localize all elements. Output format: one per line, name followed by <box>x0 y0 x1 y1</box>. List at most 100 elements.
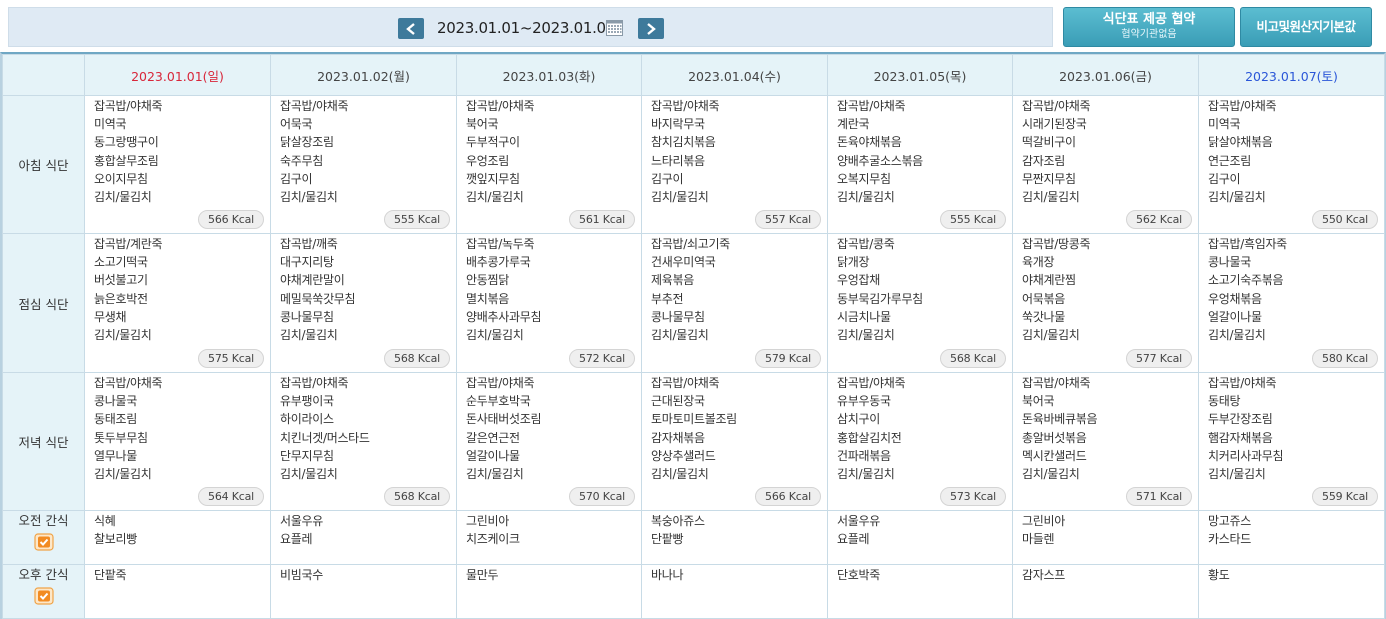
menu-item: 잡곡밥/콩죽 <box>837 237 895 251</box>
snack-cell[interactable]: 서울우유 요플레 <box>827 510 1013 565</box>
menu-item: 참치김치볶음 <box>651 135 716 150</box>
snack-item: 복숭아쥬스 <box>651 514 705 528</box>
menu-item: 잡곡밥/흑임자죽 <box>1208 237 1287 251</box>
menu-item: 돈육바베큐볶음 <box>1022 412 1098 427</box>
snack-cell[interactable]: 식혜 찰보리빵 <box>84 510 271 565</box>
snack-item: 치즈케이크 <box>466 532 520 547</box>
menu-cell[interactable]: 잡곡밥/계란죽 소고기떡국 버섯불고기 늙은호박전 무생채 김치/물김치 575 Kcal <box>84 233 271 373</box>
menu-cell[interactable]: 잡곡밥/야채죽 시래기된장국 떡갈비구이 감자조림 무짠지무침 김치/물김치 562 Kca… <box>1012 95 1199 234</box>
menu-cell[interactable]: 잡곡밥/야채죽 유부팽이국 하이라이스 치킨너겟/머스타드 단무지무침 김치/물김치 568… <box>270 372 457 511</box>
menu-item: 톳두부무침 <box>94 430 148 445</box>
menu-item: 김치/물김치 <box>1022 467 1080 482</box>
menu-item: 잡곡밥/야채죽 <box>94 376 163 390</box>
checkbox-checked-icon[interactable] <box>33 587 54 605</box>
day-header[interactable]: 2023.01.05(목) <box>827 54 1013 96</box>
snack-cell[interactable]: 그린비아 마들렌 <box>1012 510 1199 565</box>
menu-item: 근대된장국 <box>651 394 705 409</box>
day-header[interactable]: 2023.01.04(수) <box>641 54 828 96</box>
menu-item: 동태탕 <box>1208 394 1241 409</box>
menu-cell[interactable]: 잡곡밥/깨죽 대구지리탕 야채계란말이 메밀묵쑥갓무침 콩나물무침 김치/물김치 568 K… <box>270 233 457 373</box>
day-header[interactable]: 2023.01.01(일) <box>84 54 271 96</box>
menu-item: 치킨너겟/머스타드 <box>280 430 370 445</box>
menu-cell[interactable]: 잡곡밥/야채죽 동태탕 두부간장조림 햄감자채볶음 치커리사과무침 김치/물김치 559 K… <box>1198 372 1385 511</box>
menu-cell[interactable]: 잡곡밥/야채죽 유부우동국 삼치구이 홍합살김치전 건파래볶음 김치/물김치 573 Kca… <box>827 372 1013 511</box>
menu-item: 잡곡밥/야채죽 <box>1208 376 1277 390</box>
menu-cell[interactable]: 잡곡밥/녹두죽 배추콩가루국 안동찜닭 멸치볶음 양배추사과무침 김치/물김치 572 Kc… <box>456 233 642 373</box>
day-header[interactable]: 2023.01.07(토) <box>1198 54 1385 96</box>
menu-item: 우엉잡채 <box>837 273 880 288</box>
menu-item: 양상추샐러드 <box>651 448 716 463</box>
menu-item: 늙은호박전 <box>94 291 148 306</box>
menu-item: 잡곡밥/야채죽 <box>1022 99 1091 113</box>
previous-week-button[interactable] <box>398 18 424 39</box>
day-header[interactable]: 2023.01.03(화) <box>456 54 642 96</box>
snack-cell[interactable]: 바나나 <box>641 564 828 619</box>
menu-item: 대구지리탕 <box>280 255 334 270</box>
menu-item: 순두부호박국 <box>466 394 531 409</box>
menu-cell[interactable]: 잡곡밥/쇠고기죽 건새우미역국 제육볶음 부추전 콩나물무침 김치/물김치 579 Kcal <box>641 233 828 373</box>
menu-item: 토마토미트볼조림 <box>651 412 737 427</box>
menu-item: 오이지무침 <box>94 171 148 186</box>
snack-label: 오후 간식 <box>18 567 69 582</box>
snack-cell[interactable]: 서울우유 요플레 <box>270 510 457 565</box>
menu-item: 김치/물김치 <box>466 467 524 482</box>
menu-item: 두부간장조림 <box>1208 412 1273 427</box>
menu-cell[interactable]: 잡곡밥/야채죽 바지락무국 참치김치볶음 느타리볶음 김구이 김치/물김치 557 Kcal <box>641 95 828 234</box>
kcal-badge: 579 Kcal <box>755 349 821 368</box>
menu-cell[interactable]: 잡곡밥/야채죽 근대된장국 토마토미트볼조림 감자채볶음 양상추샐러드 김치/물김치 566… <box>641 372 828 511</box>
menu-item: 바지락무국 <box>651 117 705 132</box>
menu-cell[interactable]: 잡곡밥/야채죽 미역국 닭살야채볶음 연근조림 김구이 김치/물김치 550 Kcal <box>1198 95 1385 234</box>
checkbox-checked-icon[interactable] <box>33 533 54 551</box>
snack-item: 마들렌 <box>1022 532 1055 547</box>
menu-item: 배추콩가루국 <box>466 255 531 270</box>
menu-item: 시금치나물 <box>837 309 891 324</box>
menu-item: 동부묵김가루무침 <box>837 291 923 306</box>
menu-cell[interactable]: 잡곡밥/흑임자죽 콩나물국 소고기숙주볶음 우엉채볶음 얼갈이나물 김치/물김치 580 K… <box>1198 233 1385 373</box>
calendar-icon[interactable] <box>606 19 623 36</box>
snack-cell[interactable]: 복숭아쥬스 단팥빵 <box>641 510 828 565</box>
menu-item: 북어국 <box>466 117 499 132</box>
snack-cell[interactable]: 물만두 <box>456 564 642 619</box>
menu-cell[interactable]: 잡곡밥/콩죽 닭개장 우엉잡채 동부묵김가루무침 시금치나물 김치/물김치 568 Kcal <box>827 233 1013 373</box>
meal-label: 저녁 식단 <box>2 372 85 511</box>
menu-cell[interactable]: 잡곡밥/야채죽 콩나물국 동태조림 톳두부무침 열무나물 김치/물김치 564 Kcal <box>84 372 271 511</box>
snack-item: 서울우유 <box>280 514 323 528</box>
menu-item: 김치/물김치 <box>651 190 709 205</box>
snack-cell[interactable]: 비빔국수 <box>270 564 457 619</box>
snack-cell[interactable]: 단호박죽 <box>827 564 1013 619</box>
menu-cell[interactable]: 잡곡밥/야채죽 계란국 돈육야채볶음 양배추굴소스볶음 오복지무침 김치/물김치 555 K… <box>827 95 1013 234</box>
menu-item: 우엉조림 <box>466 153 509 168</box>
snack-cell[interactable]: 그린비아 치즈케이크 <box>456 510 642 565</box>
menu-item: 홍합살김치전 <box>837 430 902 445</box>
snack-cell[interactable]: 감자스프 <box>1012 564 1199 619</box>
snack-item: 단호박죽 <box>837 568 880 582</box>
menu-cell[interactable]: 잡곡밥/야채죽 순두부호박국 돈사태버섯조림 갈은연근전 얼갈이나물 김치/물김치 570 … <box>456 372 642 511</box>
menu-cell[interactable]: 잡곡밥/야채죽 어묵국 닭살장조림 숙주무침 김구이 김치/물김치 555 Kcal <box>270 95 457 234</box>
menu-item: 잡곡밥/야채죽 <box>1208 99 1277 113</box>
menu-agreement-button[interactable]: 식단표 제공 협약 협약기관없음 <box>1063 7 1235 47</box>
meal-label: 점심 식단 <box>2 233 85 373</box>
snack-cell[interactable]: 단팥죽 <box>84 564 271 619</box>
snack-cell[interactable]: 황도 <box>1198 564 1385 619</box>
menu-item: 유부우동국 <box>837 394 891 409</box>
menu-cell[interactable]: 잡곡밥/땅콩죽 육개장 야채계란찜 어묵볶음 쑥갓나물 김치/물김치 577 Kcal <box>1012 233 1199 373</box>
origin-defaults-button[interactable]: 비고및원산지기본값 <box>1240 7 1372 47</box>
menu-item: 김치/물김치 <box>1208 328 1266 343</box>
menu-item: 멕시칸샐러드 <box>1022 448 1087 463</box>
kcal-badge: 568 Kcal <box>384 487 450 506</box>
day-header[interactable]: 2023.01.06(금) <box>1012 54 1199 96</box>
kcal-badge: 566 Kcal <box>755 487 821 506</box>
menu-cell[interactable]: 잡곡밥/야채죽 북어국 두부적구이 우엉조림 깻잎지무침 김치/물김치 561 Kcal <box>456 95 642 234</box>
snack-cell[interactable]: 망고쥬스 카스타드 <box>1198 510 1385 565</box>
menu-item: 잡곡밥/야채죽 <box>837 376 906 390</box>
menu-item: 잡곡밥/녹두죽 <box>466 237 535 251</box>
meal-label: 아침 식단 <box>2 95 85 234</box>
kcal-badge: 555 Kcal <box>940 210 1006 229</box>
menu-item: 잡곡밥/깨죽 <box>280 237 338 251</box>
next-week-button[interactable] <box>638 18 664 39</box>
chevron-right-icon <box>647 22 656 35</box>
chevron-left-icon <box>406 22 415 35</box>
menu-cell[interactable]: 잡곡밥/야채죽 미역국 동그랑땡구이 홍합살무조림 오이지무침 김치/물김치 566 Kca… <box>84 95 271 234</box>
menu-cell[interactable]: 잡곡밥/야채죽 북어국 돈육바베큐볶음 총알버섯볶음 멕시칸샐러드 김치/물김치 571 K… <box>1012 372 1199 511</box>
day-header[interactable]: 2023.01.02(월) <box>270 54 457 96</box>
